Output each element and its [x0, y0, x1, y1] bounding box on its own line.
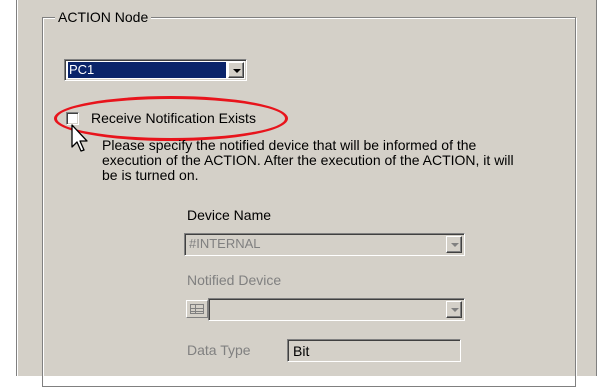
notified-device-dropdown-button [446, 301, 462, 318]
device-name-select: #INTERNAL [184, 233, 465, 256]
device-address-icon [186, 300, 208, 318]
chevron-down-icon [451, 308, 459, 312]
chevron-down-icon [451, 243, 459, 247]
node-select-value: PC1 [68, 62, 226, 78]
chevron-down-icon [233, 69, 241, 73]
node-select[interactable]: PC1 [64, 59, 247, 81]
data-type-label: Data Type [187, 342, 251, 358]
notified-device-value [212, 301, 444, 318]
notified-device-label: Notified Device [187, 272, 282, 288]
device-name-value: #INTERNAL [189, 236, 261, 251]
panel-right-border [596, 0, 598, 376]
right-margin [598, 0, 615, 376]
mouse-pointer-icon [71, 124, 88, 152]
notification-description: Please specify the notified device that … [102, 137, 514, 183]
data-type-field: Bit [287, 339, 461, 362]
device-name-dropdown-button [446, 236, 462, 253]
group-title: ACTION Node [55, 9, 152, 25]
device-name-label: Device Name [187, 207, 272, 223]
data-type-value: Bit [293, 343, 310, 359]
panel-left-border [16, 0, 18, 376]
notified-device-select [208, 298, 465, 321]
node-select-dropdown-button[interactable] [228, 62, 244, 78]
left-margin [0, 0, 16, 376]
